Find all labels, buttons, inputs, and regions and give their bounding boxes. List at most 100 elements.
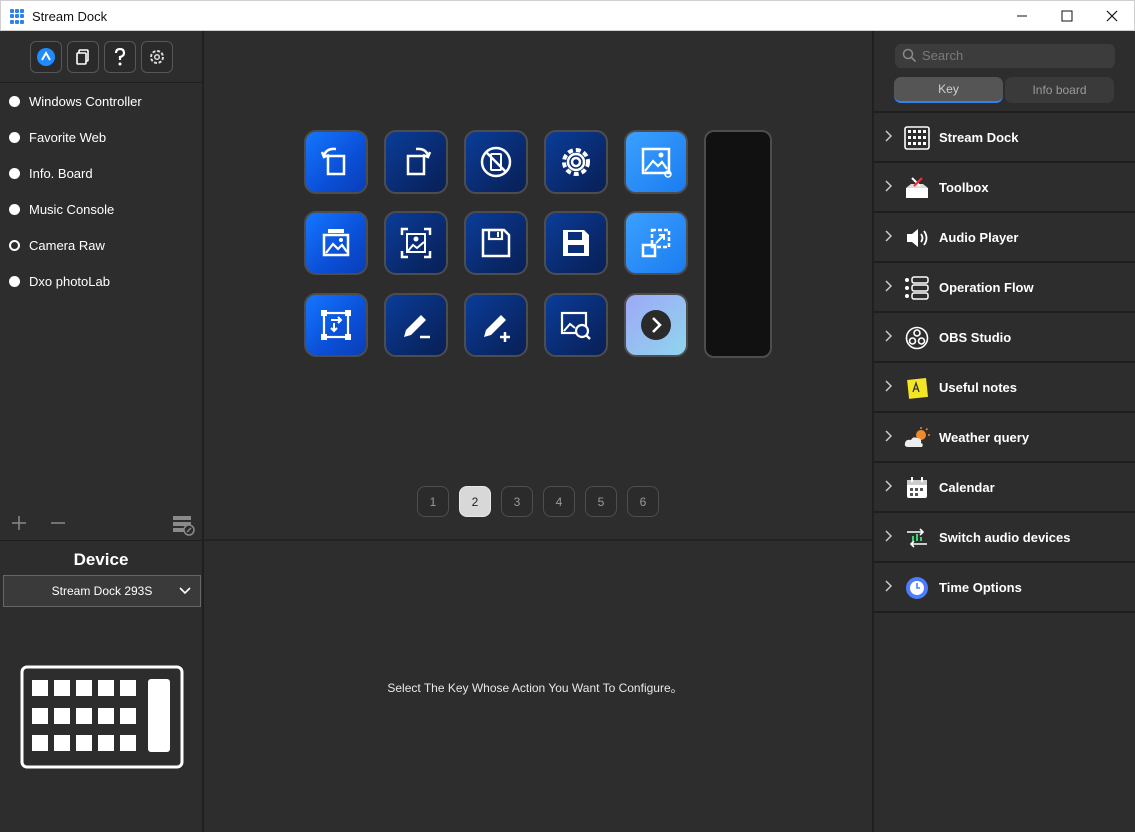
minimize-icon <box>1017 15 1027 17</box>
pen-plus-icon <box>484 315 510 342</box>
profile-item[interactable]: Info. Board <box>0 155 202 191</box>
add-profile-button[interactable] <box>11 511 27 537</box>
image-stack-icon <box>322 229 350 257</box>
plugin-label: Switch audio devices <box>939 530 1071 545</box>
chevron-right-icon <box>885 180 893 192</box>
plugin-list: Stream Dock Toolbox Audio Player Operati… <box>874 111 1135 613</box>
configure-hint: Select The Key Whose Action You Want To … <box>387 681 683 695</box>
page-button[interactable]: 4 <box>543 486 575 517</box>
toolbox-icon <box>904 175 930 201</box>
speaker-icon <box>904 225 930 251</box>
plugin-item-toolbox[interactable]: Toolbox <box>874 163 1135 213</box>
chevron-right-icon <box>885 230 893 242</box>
key-pen-minus[interactable] <box>384 293 448 357</box>
page-button[interactable]: 5 <box>585 486 617 517</box>
profile-label: Favorite Web <box>29 129 107 145</box>
page-button[interactable]: 3 <box>501 486 533 517</box>
window-title: Stream Dock <box>32 9 108 24</box>
side-touch-screen[interactable] <box>704 130 772 358</box>
chevron-right-icon <box>885 380 893 392</box>
key-rotate-right[interactable] <box>384 130 448 194</box>
key-image-search[interactable] <box>544 293 608 357</box>
profile-label: Camera Raw <box>29 237 105 253</box>
remove-profile-button[interactable] <box>50 511 66 537</box>
profile-item-selected[interactable]: Camera Raw <box>0 227 202 263</box>
key-portrait-frame[interactable] <box>384 211 448 275</box>
gear-icon <box>150 50 164 64</box>
key-grid-area: 1 2 3 4 5 6 <box>204 31 872 541</box>
profile-manage-button[interactable] <box>172 514 196 541</box>
device-select[interactable]: Stream Dock 293S <box>3 575 201 607</box>
search-icon <box>902 48 917 63</box>
profile-item[interactable]: Dxo photoLab <box>0 263 202 299</box>
chevron-right-icon <box>885 330 893 342</box>
left-panel: Windows Controller Favorite Web Info. Bo… <box>0 31 204 832</box>
plugin-item-obs-studio[interactable]: OBS Studio <box>874 313 1135 363</box>
plugin-item-time-options[interactable]: Time Options <box>874 563 1135 613</box>
key-resize[interactable] <box>624 211 688 275</box>
maximize-icon <box>1061 10 1073 22</box>
minimize-button[interactable] <box>999 1 1045 31</box>
help-button[interactable] <box>104 41 136 73</box>
page-button[interactable]: 6 <box>627 486 659 517</box>
plugin-label: Time Options <box>939 580 1022 595</box>
chevron-right-circle-icon <box>641 310 671 340</box>
chevron-right-icon <box>885 580 893 592</box>
copy-icon <box>76 49 89 65</box>
plugin-label: Operation Flow <box>939 280 1034 295</box>
plugin-item-weather-query[interactable]: Weather query <box>874 413 1135 463</box>
plugin-label: Stream Dock <box>939 130 1019 145</box>
plugin-item-stream-dock[interactable]: Stream Dock <box>874 113 1135 163</box>
title-bar: Stream Dock <box>0 0 1135 31</box>
plugin-item-audio-player[interactable]: Audio Player <box>874 213 1135 263</box>
plugin-item-calendar[interactable]: Calendar <box>874 463 1135 513</box>
obs-icon <box>904 325 930 351</box>
chevron-right-icon <box>885 280 893 292</box>
plugin-item-operation-flow[interactable]: Operation Flow <box>874 263 1135 313</box>
note-icon <box>904 375 930 401</box>
store-icon <box>37 48 55 66</box>
key-next-page[interactable] <box>624 293 688 357</box>
key-no-device[interactable] <box>464 130 528 194</box>
profile-ring-icon <box>9 239 20 251</box>
profile-label: Dxo photoLab <box>29 273 110 289</box>
rotate-left-icon <box>320 147 346 176</box>
plugin-item-useful-notes[interactable]: Useful notes <box>874 363 1135 413</box>
search-input[interactable] <box>922 48 1107 63</box>
clock-icon <box>904 575 930 601</box>
save-outline-icon <box>481 228 511 258</box>
key-save-solid[interactable] <box>544 211 608 275</box>
center-panel: 1 2 3 4 5 6 Select The Key Whose Action … <box>204 31 872 832</box>
copy-profile-button[interactable] <box>67 41 99 73</box>
key-pen-plus[interactable] <box>464 293 528 357</box>
profile-actions <box>0 507 202 541</box>
profile-label: Music Console <box>29 201 115 217</box>
maximize-button[interactable] <box>1044 1 1090 31</box>
save-icon <box>563 230 589 256</box>
profile-dot-icon <box>9 131 20 143</box>
key-transform[interactable] <box>304 293 368 357</box>
calendar-icon <box>904 475 930 501</box>
image-search-icon <box>560 311 591 340</box>
key-settings[interactable] <box>544 130 608 194</box>
profile-item[interactable]: Windows Controller <box>0 83 202 119</box>
page-button-active[interactable]: 2 <box>459 486 491 517</box>
flow-icon <box>904 275 930 301</box>
chevron-right-icon <box>885 480 893 492</box>
plugin-label: Useful notes <box>939 380 1018 395</box>
profile-item[interactable]: Music Console <box>0 191 202 227</box>
settings-button[interactable] <box>141 41 173 73</box>
key-image-edit[interactable] <box>624 130 688 194</box>
key-image-stack[interactable] <box>304 211 368 275</box>
key-save-outline[interactable] <box>464 211 528 275</box>
key-rotate-left[interactable] <box>304 130 368 194</box>
profile-label: Windows Controller <box>29 93 142 109</box>
page-button[interactable]: 1 <box>417 486 449 517</box>
store-button[interactable] <box>30 41 62 73</box>
profile-item[interactable]: Favorite Web <box>0 119 202 155</box>
close-button[interactable] <box>1089 1 1135 31</box>
tab-key[interactable]: Key <box>894 77 1003 103</box>
tab-info-board[interactable]: Info board <box>1005 77 1114 103</box>
chevron-down-icon <box>179 587 191 595</box>
plugin-item-switch-audio-devices[interactable]: Switch audio devices <box>874 513 1135 563</box>
